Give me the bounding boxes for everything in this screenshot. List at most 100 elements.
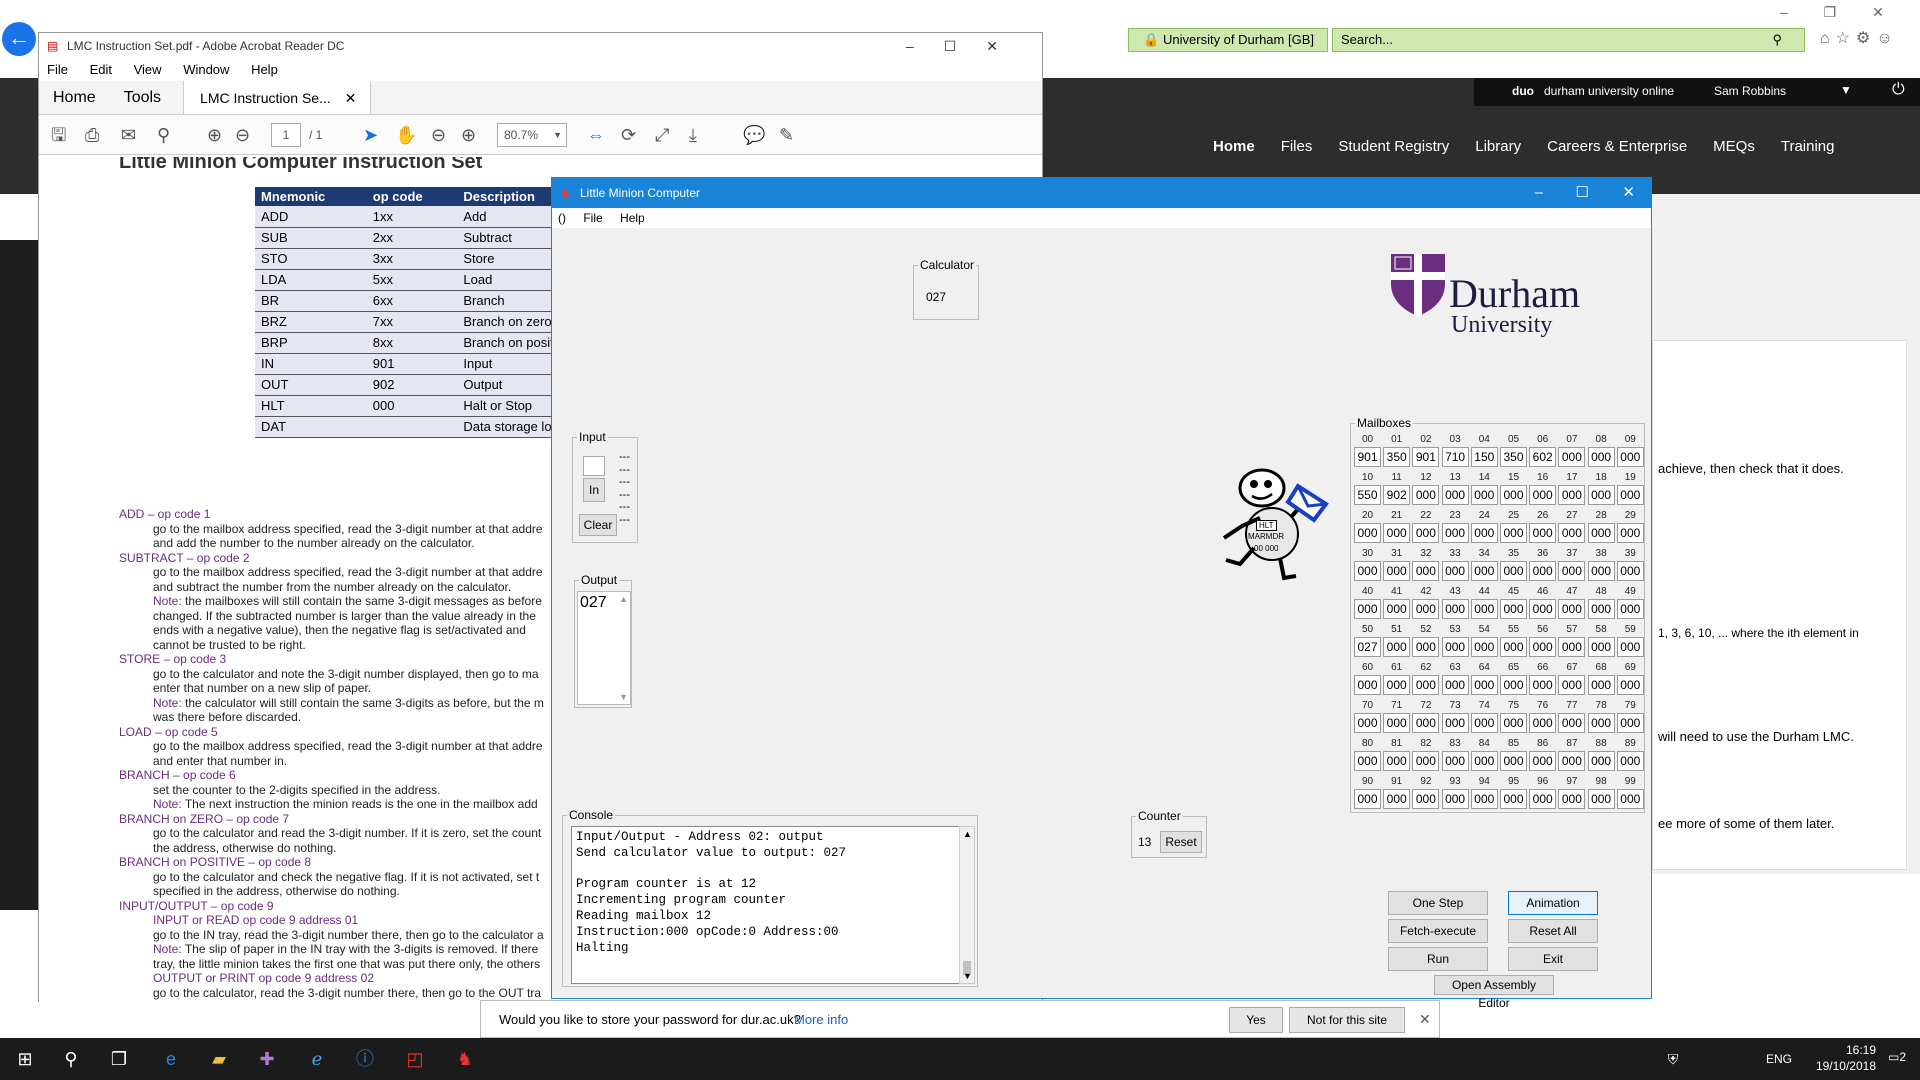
tray-icons[interactable]: ⛨ ☁ ▭ 🔈 — [1660, 1046, 1686, 1080]
run-button[interactable]: Run — [1388, 947, 1488, 971]
mailbox-value[interactable]: 000 — [1558, 751, 1586, 771]
mailbox-value[interactable]: 000 — [1441, 675, 1469, 695]
mailbox-value[interactable]: 000 — [1412, 675, 1440, 695]
scroll-down-icon[interactable]: ▼ — [963, 971, 972, 981]
mailbox-value[interactable]: 000 — [1354, 599, 1381, 619]
input-field[interactable] — [583, 456, 605, 476]
mailbox-value[interactable]: 000 — [1441, 789, 1469, 809]
mailbox-value[interactable]: 000 — [1441, 713, 1469, 733]
mailbox-value[interactable]: 000 — [1470, 789, 1498, 809]
mailbox-value[interactable]: 000 — [1616, 789, 1644, 809]
mail-icon[interactable]: ✉ — [121, 115, 136, 155]
close-icon[interactable]: ✕ — [1419, 1011, 1431, 1028]
nav-home[interactable]: Home — [1200, 138, 1268, 162]
mailbox-value[interactable]: 000 — [1558, 637, 1586, 657]
mailbox-value[interactable]: 000 — [1616, 599, 1644, 619]
tab-home[interactable]: Home — [39, 81, 110, 114]
mailbox-value[interactable]: 000 — [1558, 789, 1586, 809]
password-never-button[interactable]: Not for this site — [1289, 1007, 1405, 1033]
zoom-select[interactable]: 80.7% ▼ — [497, 123, 567, 147]
mailbox-value[interactable]: 000 — [1587, 599, 1615, 619]
power-icon[interactable]: ⏻ — [1892, 81, 1905, 99]
fetch-execute-button[interactable]: Fetch-execute — [1388, 919, 1488, 943]
mailbox-value[interactable]: 000 — [1470, 637, 1498, 657]
menu-help[interactable]: Help — [251, 62, 278, 77]
mailbox-value[interactable]: 901 — [1412, 447, 1440, 467]
mailbox-value[interactable]: 000 — [1470, 751, 1498, 771]
mailbox-value[interactable]: 901 — [1354, 447, 1381, 467]
mailbox-value[interactable]: 000 — [1587, 675, 1615, 695]
mailbox-value[interactable]: 000 — [1616, 637, 1644, 657]
mailbox-value[interactable]: 000 — [1500, 561, 1527, 581]
notifications-icon[interactable]: ▭2 — [1888, 1050, 1906, 1064]
mailbox-value[interactable]: 000 — [1500, 485, 1527, 505]
mailbox-value[interactable]: 000 — [1383, 561, 1411, 581]
edge-icon[interactable]: e — [158, 1046, 184, 1072]
mailbox-value[interactable]: 000 — [1529, 485, 1557, 505]
menu-help[interactable]: Help — [620, 211, 645, 225]
nav-student-registry[interactable]: Student Registry — [1325, 138, 1462, 162]
nav-careers[interactable]: Careers & Enterprise — [1534, 138, 1700, 162]
acrobat-icon[interactable]: ◰ — [402, 1046, 428, 1072]
page-down-icon[interactable]: ⊖ — [235, 115, 250, 155]
mailbox-value[interactable]: 000 — [1412, 523, 1440, 543]
mailbox-value[interactable]: 000 — [1354, 751, 1381, 771]
mailbox-value[interactable]: 000 — [1412, 713, 1440, 733]
mailbox-value[interactable]: 000 — [1558, 599, 1586, 619]
password-yes-button[interactable]: Yes — [1229, 1007, 1283, 1033]
menu-window[interactable]: Window — [183, 62, 229, 77]
mailbox-value[interactable]: 000 — [1587, 485, 1615, 505]
download-icon[interactable]: ⤓ — [689, 115, 697, 155]
mailbox-value[interactable]: 000 — [1529, 599, 1557, 619]
more-info-link[interactable]: More info — [794, 1012, 848, 1027]
close-icon[interactable]: ✕ — [345, 90, 357, 106]
mailbox-value[interactable]: 000 — [1470, 523, 1498, 543]
scroll-down-icon[interactable]: ▼ — [619, 692, 628, 702]
pen-icon[interactable]: ✎ — [779, 115, 794, 155]
mailbox-value[interactable]: 000 — [1412, 561, 1440, 581]
mailbox-value[interactable]: 000 — [1616, 675, 1644, 695]
mailbox-value[interactable]: 602 — [1529, 447, 1557, 467]
reset-all-button[interactable]: Reset All — [1508, 919, 1598, 943]
mailbox-value[interactable]: 000 — [1383, 713, 1411, 733]
menu-parens[interactable]: () — [558, 211, 566, 225]
nav-library[interactable]: Library — [1462, 138, 1534, 162]
in-button[interactable]: In — [583, 478, 605, 502]
language-indicator[interactable]: ENG — [1766, 1052, 1792, 1066]
scroll-up-icon[interactable]: ▲ — [619, 594, 628, 604]
mailbox-value[interactable]: 000 — [1587, 447, 1615, 467]
ie-icon[interactable]: ℯ — [304, 1046, 330, 1072]
tab-document[interactable]: LMC Instruction Se... ✕ — [183, 81, 372, 114]
mailbox-value[interactable]: 000 — [1470, 599, 1498, 619]
mailbox-value[interactable]: 000 — [1470, 485, 1498, 505]
mailbox-value[interactable]: 000 — [1383, 675, 1411, 695]
menu-file[interactable]: File — [583, 211, 602, 225]
comment-icon[interactable]: 💬 — [743, 115, 765, 155]
search-icon[interactable]: ⚲ — [1772, 29, 1782, 51]
console-output[interactable]: Input/Output - Address 02: output Send c… — [571, 826, 971, 984]
mailbox-value[interactable]: 000 — [1412, 637, 1440, 657]
clock[interactable]: 16:19 19/10/2018 — [1816, 1042, 1876, 1074]
info-app-icon[interactable]: ⓘ — [352, 1046, 378, 1072]
mailbox-value[interactable]: 000 — [1383, 789, 1411, 809]
task-view-icon[interactable]: ❐ — [106, 1046, 132, 1072]
mailbox-value[interactable]: 000 — [1441, 599, 1469, 619]
mailbox-value[interactable]: 000 — [1441, 523, 1469, 543]
zoom-in-icon[interactable]: ⊕ — [461, 115, 476, 155]
durham-app-icon[interactable]: ✚ — [254, 1046, 280, 1072]
counter-reset-button[interactable]: Reset — [1160, 831, 1202, 853]
mailbox-value[interactable]: 000 — [1587, 713, 1615, 733]
rotate-icon[interactable]: ⟳ — [621, 115, 636, 155]
lmc-taskbar-icon[interactable]: ♞ — [452, 1046, 478, 1072]
zoom-out-icon[interactable]: ⊖ — [431, 115, 446, 155]
mailbox-value[interactable]: 000 — [1412, 751, 1440, 771]
select-cursor-icon[interactable]: ➤ — [363, 115, 378, 155]
mailbox-value[interactable]: 000 — [1470, 675, 1498, 695]
menu-edit[interactable]: Edit — [90, 62, 112, 77]
windows-start-icon[interactable]: ⊞ — [12, 1046, 38, 1072]
chevron-down-icon[interactable]: ▼ — [1840, 83, 1852, 97]
scroll-up-icon[interactable]: ▲ — [963, 829, 972, 839]
mailbox-value[interactable]: 000 — [1441, 561, 1469, 581]
mailbox-value[interactable]: 000 — [1383, 599, 1411, 619]
exit-button[interactable]: Exit — [1508, 947, 1598, 971]
